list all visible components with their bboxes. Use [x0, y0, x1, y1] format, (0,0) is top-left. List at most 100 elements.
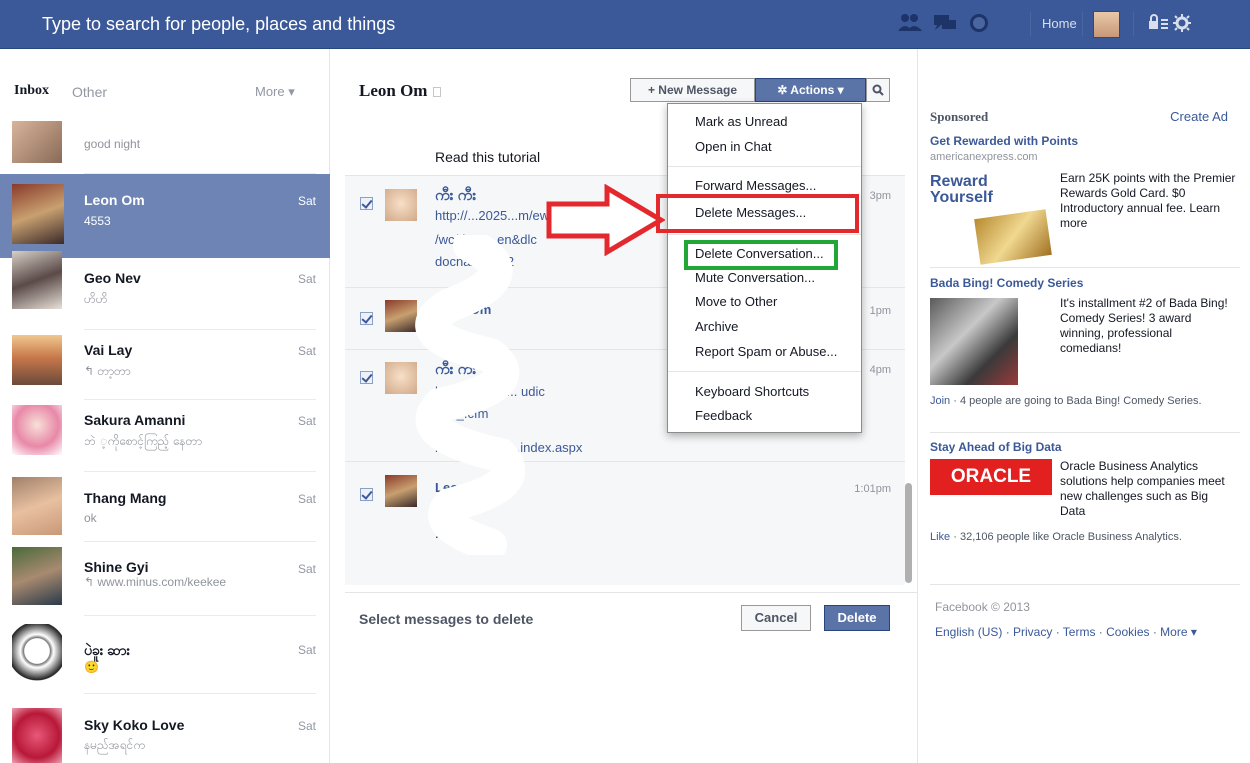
conversation-date: Sat: [297, 492, 316, 506]
highlight-delete-messages: [656, 194, 859, 233]
conversation-item[interactable]: ပဲခူး ဆား 🙂 Sat: [0, 616, 330, 694]
friends-icon[interactable]: [897, 12, 923, 34]
conversation-item[interactable]: Thang Mang ok Sat: [0, 472, 330, 542]
conversation-name: Shine Gyi: [84, 559, 149, 575]
sponsored-heading: Sponsored: [930, 109, 989, 124]
more-dropdown[interactable]: More ▾: [255, 84, 295, 100]
conversation-snippet: good night: [84, 137, 141, 151]
ad-title[interactable]: Get Rewarded with Points: [930, 134, 1078, 148]
menu-item-open-chat[interactable]: Open in Chat: [695, 139, 772, 154]
conversation-date: Sat: [297, 719, 316, 733]
footer-links[interactable]: English (US) · Privacy · Terms · Cookies…: [935, 625, 1197, 639]
menu-item-move-other[interactable]: Move to Other: [695, 294, 777, 309]
divider: [668, 166, 861, 167]
cancel-button[interactable]: Cancel: [741, 605, 811, 631]
menu-item-archive[interactable]: Archive: [695, 319, 738, 334]
message-text: http://...2025...m/ew: [435, 208, 550, 223]
amex-ad-image[interactable]: Reward Yourself: [930, 173, 1052, 265]
profile-avatar[interactable]: [1093, 11, 1120, 38]
search-input[interactable]: [42, 9, 862, 39]
red-arrow-annotation: [546, 184, 665, 256]
ad-url: americanexpress.com: [930, 151, 1038, 163]
ad-social-context: Join · 4 people are going to Bada Bing! …: [930, 394, 1202, 408]
avatar: [12, 547, 62, 605]
menu-item-report-spam[interactable]: Report Spam or Abuse...: [695, 344, 837, 359]
conversation-item[interactable]: good night: [0, 121, 330, 174]
inbox-header: Inbox Other More ▾: [0, 49, 330, 129]
menu-item-keyboard-shortcuts[interactable]: Keyboard Shortcuts: [695, 384, 809, 399]
comedy-ad-image[interactable]: [930, 298, 1018, 385]
ad-body: It's installment #2 of Bada Bing! Comedy…: [1060, 296, 1228, 355]
message-time: 3pm: [869, 190, 891, 202]
tab-inbox[interactable]: Inbox: [14, 83, 49, 99]
message-time: 1:01pm: [854, 483, 891, 495]
messages-icon[interactable]: [932, 12, 958, 34]
divider: [668, 371, 861, 372]
conversation-item-leon-om[interactable]: Leon Om 4553 Sat: [0, 174, 330, 258]
conversation-date: Sat: [297, 414, 316, 428]
divider: [1082, 12, 1083, 36]
notifications-icon[interactable]: [967, 12, 993, 34]
sidebar-ads: Sponsored Create Ad Get Rewarded with Po…: [917, 49, 1250, 763]
redaction-scribble: [415, 235, 525, 555]
conversation-snippet: ok: [84, 511, 97, 525]
avatar: [12, 708, 62, 763]
conversation-item[interactable]: Sky Koko Love နမည်အရင်က Sat: [0, 694, 330, 763]
message-checkbox[interactable]: [360, 312, 373, 325]
divider: [668, 234, 861, 235]
message-time: 1pm: [869, 305, 891, 317]
delete-button[interactable]: Delete: [824, 605, 890, 631]
ad-social-text: · 4 people are going to Bada Bing! Comed…: [953, 395, 1202, 407]
new-message-button[interactable]: + New Message: [630, 78, 755, 102]
ad-social-text: · 32,106 people like Oracle Business Ana…: [953, 531, 1182, 543]
menu-item-feedback[interactable]: Feedback: [695, 408, 752, 423]
ad-title[interactable]: Bada Bing! Comedy Series: [930, 276, 1083, 290]
conversation-snippet: ↰ www.minus.com/keekee: [84, 575, 227, 589]
menu-item-forward[interactable]: Forward Messages...: [695, 178, 816, 193]
highlight-delete-conversation: [684, 240, 838, 270]
conversation-date: Sat: [297, 194, 316, 208]
join-link[interactable]: Join: [930, 395, 950, 407]
tab-other[interactable]: Other: [72, 84, 107, 100]
avatar: [12, 477, 62, 535]
conversation-snippet: 🙂: [84, 660, 99, 674]
thread-title-text: Leon Om: [359, 81, 428, 100]
delete-bar: Select messages to delete Cancel Delete: [345, 592, 917, 642]
avatar: [12, 251, 62, 309]
divider: [1133, 12, 1134, 36]
conversation-date: Sat: [297, 344, 316, 358]
menu-item-mark-unread[interactable]: Mark as Unread: [695, 114, 787, 129]
ad-title[interactable]: Stay Ahead of Big Data: [930, 440, 1062, 454]
menu-item-mute[interactable]: Mute Conversation...: [695, 270, 815, 285]
thread-scrollbar[interactable]: [905, 483, 912, 583]
like-link[interactable]: Like: [930, 531, 950, 543]
conversation-name: Leon Om: [84, 192, 145, 208]
conversation-snippet: 4553: [84, 214, 111, 228]
message-checkbox[interactable]: [360, 197, 373, 210]
avatar: [12, 624, 62, 684]
conversation-item[interactable]: Sakura Amanni ဘဲ ့ကိုစောင့်ကြည့် နေတာ Sa…: [0, 400, 330, 472]
conversation-item[interactable]: Geo Nev ဟိဟိ Sat: [0, 251, 330, 330]
conversation-snippet: ↰ တာ့တာ: [84, 364, 131, 378]
create-ad-link[interactable]: Create Ad: [1170, 109, 1228, 124]
avatar: [12, 121, 62, 163]
settings-icon[interactable]: [1170, 12, 1196, 34]
search-box[interactable]: [0, 9, 862, 39]
select-messages-label: Select messages to delete: [359, 611, 534, 627]
conversation-item[interactable]: Shine Gyi ↰ www.minus.com/keekee Sat: [0, 542, 330, 616]
sender-name: ကီး ကီး: [435, 187, 477, 204]
message-checkbox[interactable]: [360, 488, 373, 501]
ad-image-text: Reward Yourself: [930, 173, 993, 206]
actions-button[interactable]: ✲ Actions ▾: [755, 78, 866, 102]
conversation-date: Sat: [297, 272, 316, 286]
home-link[interactable]: Home: [1042, 16, 1077, 31]
divider: [1030, 12, 1031, 36]
conversation-name: Vai Lay: [84, 342, 133, 358]
conversation-item[interactable]: Vai Lay ↰ တာ့တာ Sat: [0, 330, 330, 400]
oracle-logo[interactable]: ORACLE: [930, 459, 1052, 495]
privacy-icon[interactable]: [1146, 12, 1172, 34]
message-checkbox[interactable]: [360, 371, 373, 384]
avatar: [12, 184, 64, 244]
divider: [930, 432, 1240, 433]
search-icon[interactable]: [866, 78, 890, 102]
